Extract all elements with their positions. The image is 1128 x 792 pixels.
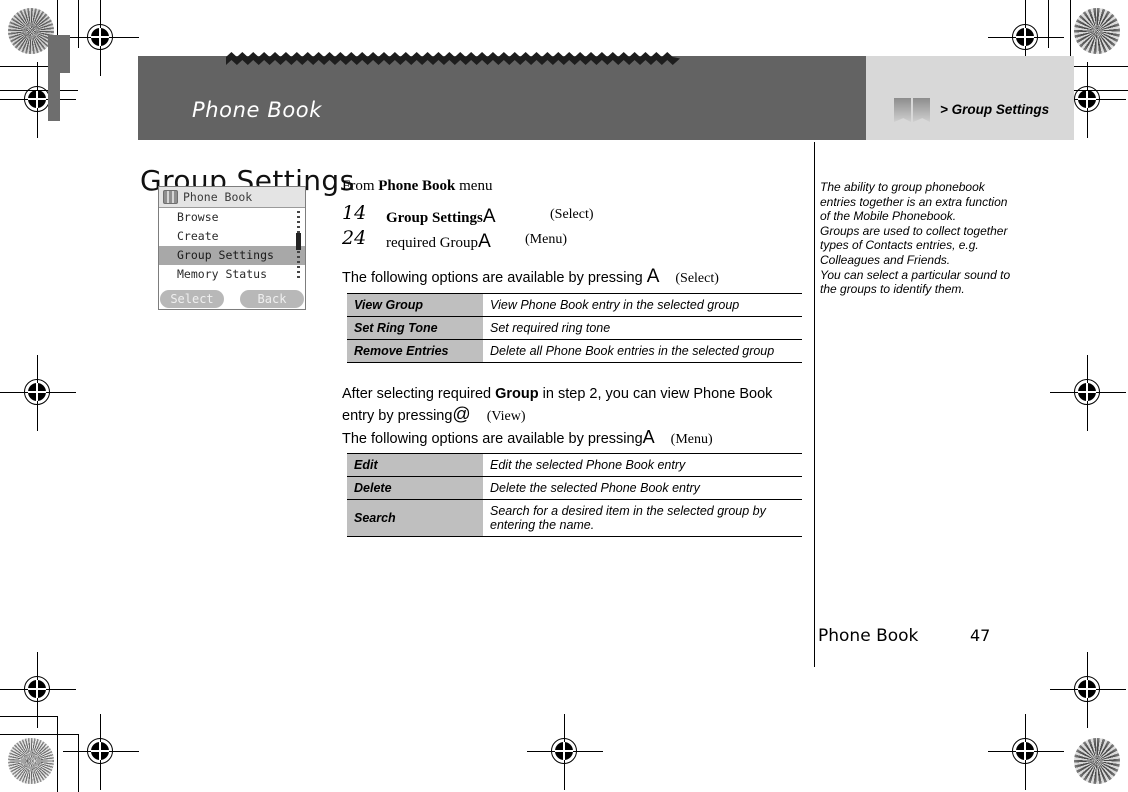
phone-menu-list: Browse Create Group Settings Memory Stat… [159, 208, 305, 284]
mid-line3-paren: (Menu) [670, 432, 713, 447]
margin-note-paragraph-2: Groups are used to collect together type… [820, 223, 1008, 267]
options-lead-paren-select: (Select) [675, 271, 719, 286]
options-lead-line-select: The following options are available by p… [342, 266, 719, 288]
running-header-bar: Phone Book [138, 52, 866, 140]
step-2-text: required GroupA [386, 231, 491, 253]
phone-softkey-bar: Select Back [159, 289, 305, 309]
decorative-zigzag-rule [226, 52, 680, 65]
table-row: Delete Delete the selected Phone Book en… [347, 476, 802, 500]
phone-menu-item-memory-status[interactable]: Memory Status [159, 265, 305, 284]
registration-rosette-bottom-left [8, 738, 54, 784]
registration-rosette-bottom-right [1074, 738, 1120, 784]
phone-menu-item-create[interactable]: Create [159, 227, 305, 246]
options-lead-key-glyph-select: A [646, 266, 660, 287]
margin-note: The ability to group phonebook entries t… [820, 180, 1016, 297]
mid-paragraph: After selecting required Group in step 2… [342, 384, 800, 450]
mid-line1-b: in step 2, you can view Phone Book [538, 386, 773, 402]
mid-line3-a: The following options are available by p… [342, 431, 643, 447]
open-book-icon [894, 98, 932, 122]
section-tab-label: > Group Settings [940, 102, 1050, 117]
phone-menu-item-group-settings[interactable]: Group Settings [159, 246, 305, 265]
option-name-remove-entries: Remove Entries [347, 339, 483, 363]
from-prefix: From [342, 178, 379, 194]
phone-title-bar: Phone Book [159, 187, 305, 208]
phone-softkey-back[interactable]: Back [240, 290, 304, 308]
option-desc-view-group: View Phone Book entry in the selected gr… [483, 293, 802, 317]
table-row: Search Search for a desired item in the … [347, 499, 802, 537]
numbered-steps: 14 Group SettingsA (Select) 24 required … [342, 202, 812, 254]
table-row: Remove Entries Delete all Phone Book ent… [347, 339, 802, 363]
step-1-bold: Group Settings [386, 210, 483, 226]
table-row: Edit Edit the selected Phone Book entry [347, 453, 802, 477]
footer-page-number: 47 [970, 626, 991, 645]
footer-section-label: Phone Book [818, 626, 919, 646]
step-1-number: 14 [342, 202, 367, 224]
select-options-table: View Group View Phone Book entry in the … [347, 293, 802, 363]
trim-line-left-lower2 [78, 734, 80, 792]
mid-line2-key-glyph: @ [452, 404, 471, 424]
option-desc-search: Search for a desired item in the selecte… [483, 499, 802, 537]
registration-rosette-top-right [1074, 8, 1120, 54]
option-desc-remove-entries: Delete all Phone Book entries in the sel… [483, 339, 802, 363]
trim-line-bottom-outer [0, 716, 57, 718]
step-2: 24 required GroupA (Menu) [342, 227, 812, 254]
margin-column-divider [814, 142, 816, 667]
mid-line1-bold: Group [495, 386, 539, 402]
phone-book-icon [163, 190, 178, 204]
registration-crosshair-bottom-center [527, 714, 603, 790]
registration-crosshair-bottom-right [988, 714, 1064, 790]
step-2-paren: (Menu) [525, 232, 567, 247]
step-2-number: 24 [342, 227, 367, 249]
trim-line-top-right [1070, 66, 1128, 68]
menu-options-table: Edit Edit the selected Phone Book entry … [347, 453, 802, 537]
trim-line-bottom-inner [0, 734, 78, 736]
from-menu-line: From Phone Book menu [342, 178, 492, 195]
mid-line3-key-glyph: A [642, 427, 655, 447]
section-tab-block: > Group Settings [866, 56, 1074, 140]
table-row: View Group View Phone Book entry in the … [347, 293, 802, 317]
option-desc-delete: Delete the selected Phone Book entry [483, 476, 802, 500]
margin-note-paragraph-3: You can select a particular sound to the… [820, 267, 1011, 297]
trim-line-left-inner [78, 0, 80, 48]
step-1-paren: (Select) [550, 207, 594, 222]
options-lead-text-select: The following options are available by p… [342, 270, 647, 286]
trim-line-right-inner [1048, 0, 1050, 48]
option-desc-set-ring-tone: Set required ring tone [483, 316, 802, 340]
mid-line2-paren: (View) [486, 409, 526, 424]
page-plate: Phone Book > Group Settings Group Settin… [52, 46, 1074, 734]
step-2-plain: required Group [386, 235, 479, 251]
step-1: 14 Group SettingsA (Select) [342, 202, 812, 229]
registration-crosshair-bottom-left [63, 714, 139, 790]
step-2-key-glyph: A [478, 231, 491, 252]
margin-note-paragraph-1: The ability to group phonebook entries t… [820, 180, 1008, 224]
from-menu-bold: Phone Book [378, 178, 456, 194]
phone-softkey-select[interactable]: Select [160, 290, 224, 308]
mid-line2-a: entry by pressing [342, 408, 453, 424]
phone-title-label: Phone Book [183, 190, 253, 204]
option-name-set-ring-tone: Set Ring Tone [347, 316, 483, 340]
table-row: Set Ring Tone Set required ring tone [347, 316, 802, 340]
mid-line1-a: After selecting required [342, 386, 496, 402]
running-header-title: Phone Book [192, 98, 322, 122]
phone-screen-mockup: Phone Book Browse Create Group Settings … [158, 186, 306, 310]
step-1-text: Group SettingsA [386, 206, 496, 228]
from-suffix: menu [455, 178, 493, 194]
option-name-delete: Delete [347, 476, 483, 500]
option-name-edit: Edit [347, 453, 483, 477]
option-name-search: Search [347, 499, 483, 537]
page-footer: Phone Book 47 [818, 626, 990, 646]
step-1-key-glyph: A [482, 206, 496, 227]
phone-scrollbar-thumb[interactable] [295, 233, 301, 250]
phone-menu-item-browse[interactable]: Browse [159, 208, 305, 227]
option-name-view-group: View Group [347, 293, 483, 317]
option-desc-edit: Edit the selected Phone Book entry [483, 453, 802, 477]
